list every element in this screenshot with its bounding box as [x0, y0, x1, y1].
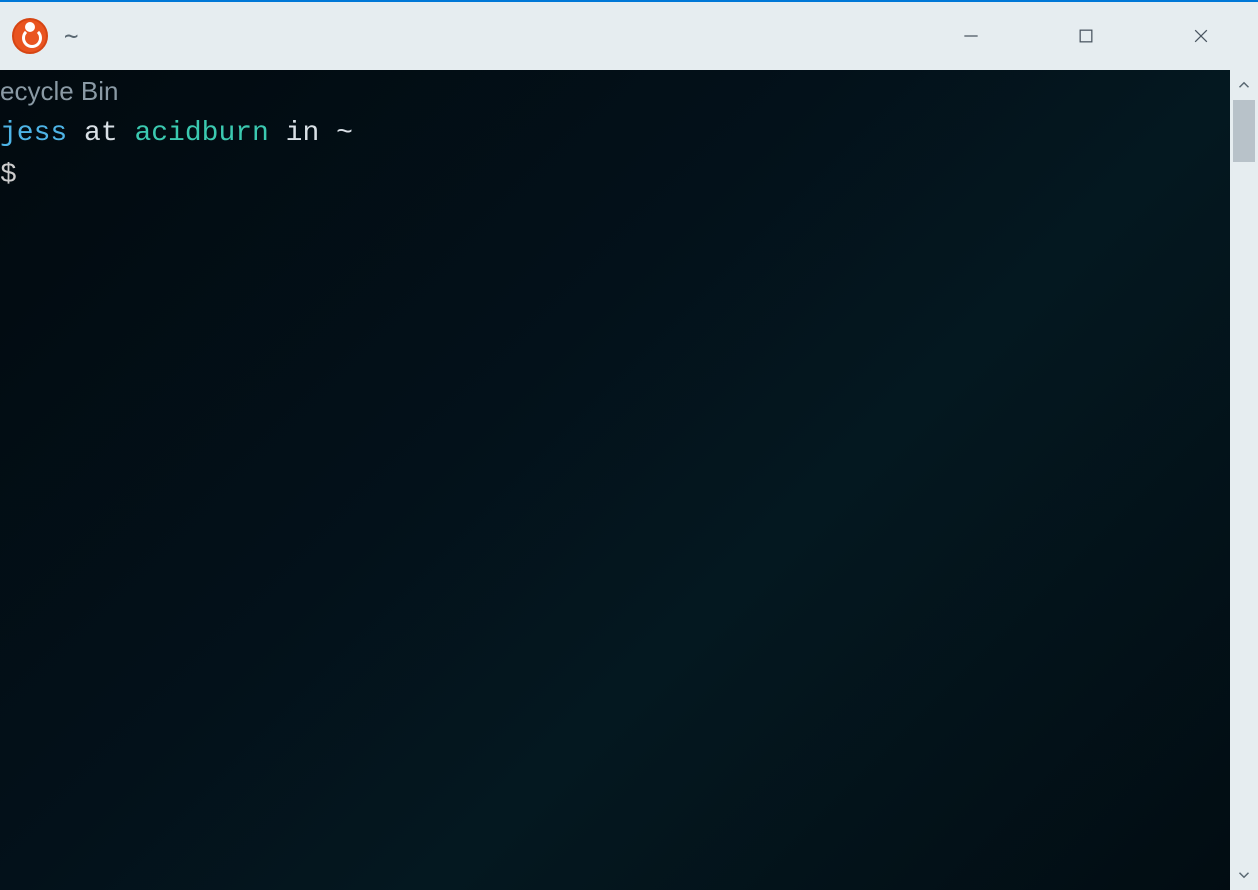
- terminal-area: ecycle Bin jess at acidburn in ~ $: [0, 70, 1258, 890]
- prompt-at: at: [67, 118, 134, 149]
- prompt-line-1: jess at acidburn in ~: [0, 113, 1230, 155]
- prompt-host: acidburn: [134, 118, 268, 149]
- close-button[interactable]: [1143, 2, 1258, 70]
- prompt-user: jess: [0, 118, 67, 149]
- desktop-icon-label: ecycle Bin: [0, 72, 1230, 111]
- maximize-icon: [1076, 26, 1096, 46]
- chevron-up-icon: [1235, 76, 1253, 94]
- window-title: ~: [64, 22, 78, 50]
- minimize-button[interactable]: [913, 2, 1028, 70]
- scroll-thumb[interactable]: [1233, 100, 1255, 162]
- window-controls: [913, 2, 1258, 70]
- ubuntu-icon: [12, 18, 48, 54]
- vertical-scrollbar[interactable]: [1230, 70, 1258, 890]
- minimize-icon: [961, 26, 981, 46]
- window-titlebar[interactable]: ~: [0, 0, 1258, 70]
- scroll-track[interactable]: [1230, 100, 1258, 860]
- prompt-symbol: $: [0, 160, 17, 191]
- terminal-content[interactable]: ecycle Bin jess at acidburn in ~ $: [0, 70, 1230, 890]
- chevron-down-icon: [1235, 866, 1253, 884]
- close-icon: [1191, 26, 1211, 46]
- scroll-down-button[interactable]: [1230, 860, 1258, 890]
- titlebar-left: ~: [12, 18, 78, 54]
- prompt-line-2: $: [0, 155, 1230, 197]
- maximize-button[interactable]: [1028, 2, 1143, 70]
- scroll-up-button[interactable]: [1230, 70, 1258, 100]
- prompt-path: ~: [336, 118, 353, 149]
- prompt-in: in: [269, 118, 336, 149]
